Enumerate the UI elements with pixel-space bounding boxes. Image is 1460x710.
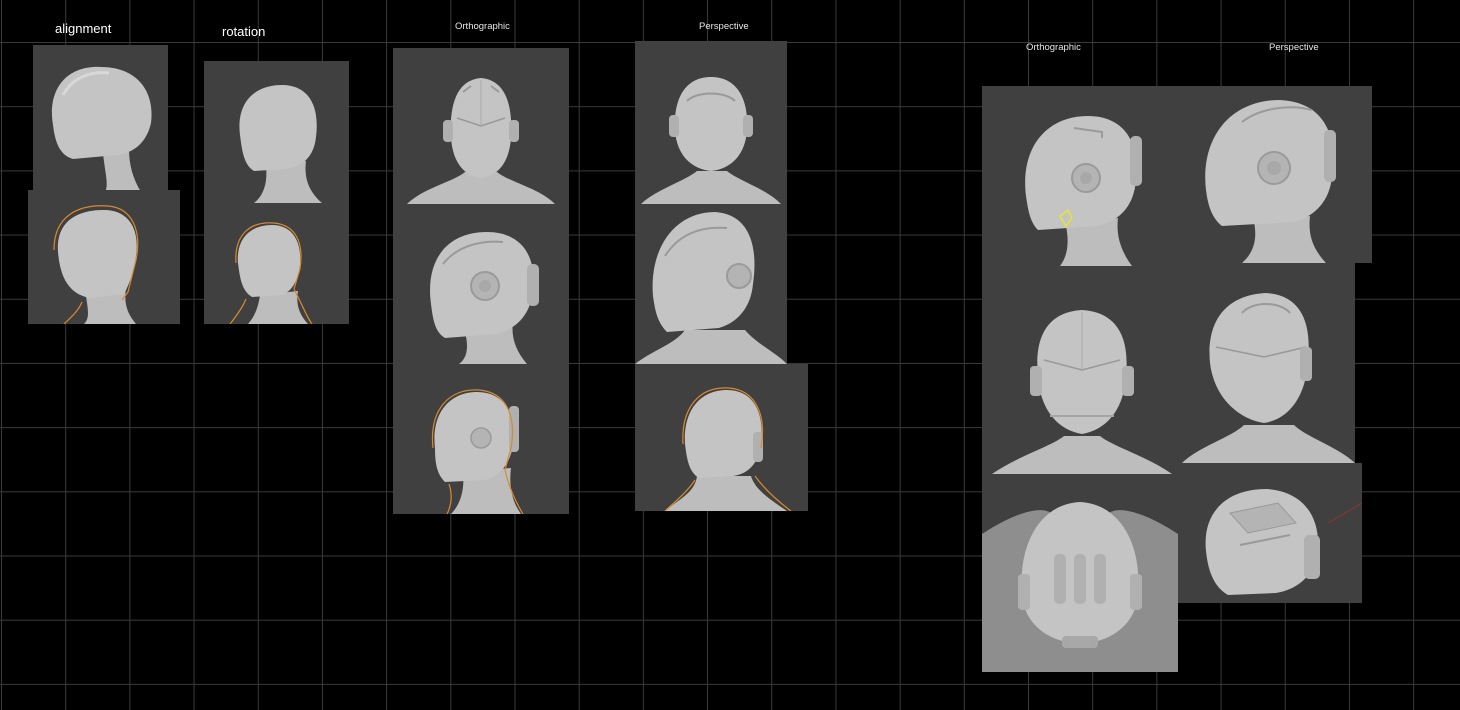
label-perspective-2: Perspective — [1269, 42, 1319, 53]
final-persp-side-view — [1182, 86, 1372, 263]
persp-side-view — [635, 204, 787, 364]
ortho-outline-view — [393, 364, 569, 514]
label-alignment: alignment — [55, 21, 112, 36]
alignment-blockout-view — [33, 45, 168, 192]
alignment-outline-view — [28, 190, 180, 324]
ortho-front-view — [393, 48, 569, 204]
rotation-blockout-view — [204, 61, 349, 203]
final-persp-top-view — [1178, 463, 1362, 603]
persp-outline-view — [635, 364, 808, 511]
final-ortho-side-view — [982, 86, 1182, 266]
label-perspective-1: Perspective — [699, 21, 749, 32]
final-ortho-front-view — [982, 266, 1182, 474]
label-rotation: rotation — [222, 24, 266, 39]
label-orthographic-2: Orthographic — [1026, 42, 1081, 53]
final-ortho-top-view — [982, 474, 1178, 672]
ortho-side-view — [393, 204, 569, 364]
label-orthographic-1: Orthographic — [455, 21, 510, 32]
rotation-outline-view — [204, 203, 349, 324]
persp-front-view — [635, 41, 787, 204]
final-persp-front-view — [1182, 263, 1355, 463]
